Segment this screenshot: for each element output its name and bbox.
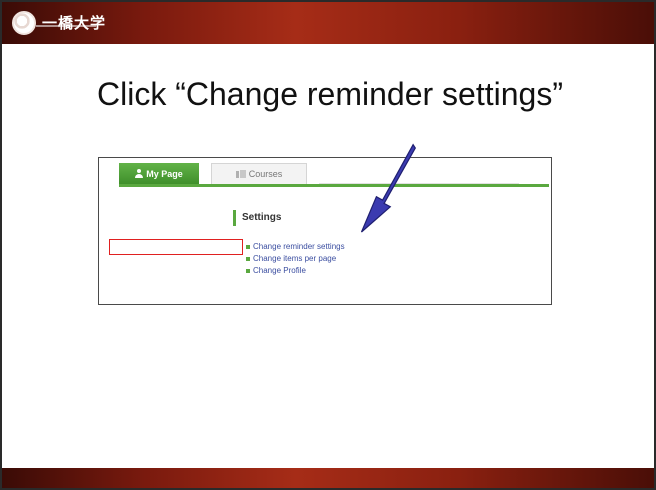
tab-my-page[interactable]: My Page <box>119 163 199 184</box>
bullet-icon <box>246 257 250 261</box>
embedded-screenshot: My Page Courses Settings Change reminder… <box>98 157 552 305</box>
tab-label: Courses <box>248 169 283 179</box>
tab-underline <box>119 184 549 187</box>
bullet-icon <box>246 245 250 249</box>
tab-label: My Page <box>146 168 183 179</box>
link-change-items-per-page[interactable]: Change items per page <box>253 254 336 263</box>
settings-item-profile[interactable]: Change Profile <box>245 265 475 277</box>
settings-item-reminder[interactable]: Change reminder settings <box>245 241 475 253</box>
settings-list: Change reminder settings Change items pe… <box>245 241 475 277</box>
link-change-reminder-settings[interactable]: Change reminder settings <box>253 242 345 251</box>
courses-icon <box>235 170 246 178</box>
slide-frame: 一橋大学 Click “Change reminder settings” My… <box>0 0 656 490</box>
tab-strip-background <box>319 163 519 184</box>
footer-bar <box>2 468 654 488</box>
header-bar: 一橋大学 <box>2 2 654 44</box>
seal-icon <box>12 11 36 35</box>
link-change-profile[interactable]: Change Profile <box>253 266 306 275</box>
highlight-box <box>109 239 243 255</box>
person-icon <box>135 169 144 178</box>
logo-text: 一橋大学 <box>42 13 107 32</box>
tab-bar: My Page Courses <box>119 163 307 184</box>
bullet-icon <box>246 269 250 273</box>
logo-underline <box>36 25 96 27</box>
settings-heading: Settings <box>242 212 282 223</box>
tab-courses[interactable]: Courses <box>211 163 307 184</box>
settings-accent-bar <box>233 210 236 226</box>
settings-item-items-per-page[interactable]: Change items per page <box>245 253 475 265</box>
slide-title: Click “Change reminder settings” <box>97 76 563 112</box>
university-logo: 一橋大学 <box>12 8 106 38</box>
